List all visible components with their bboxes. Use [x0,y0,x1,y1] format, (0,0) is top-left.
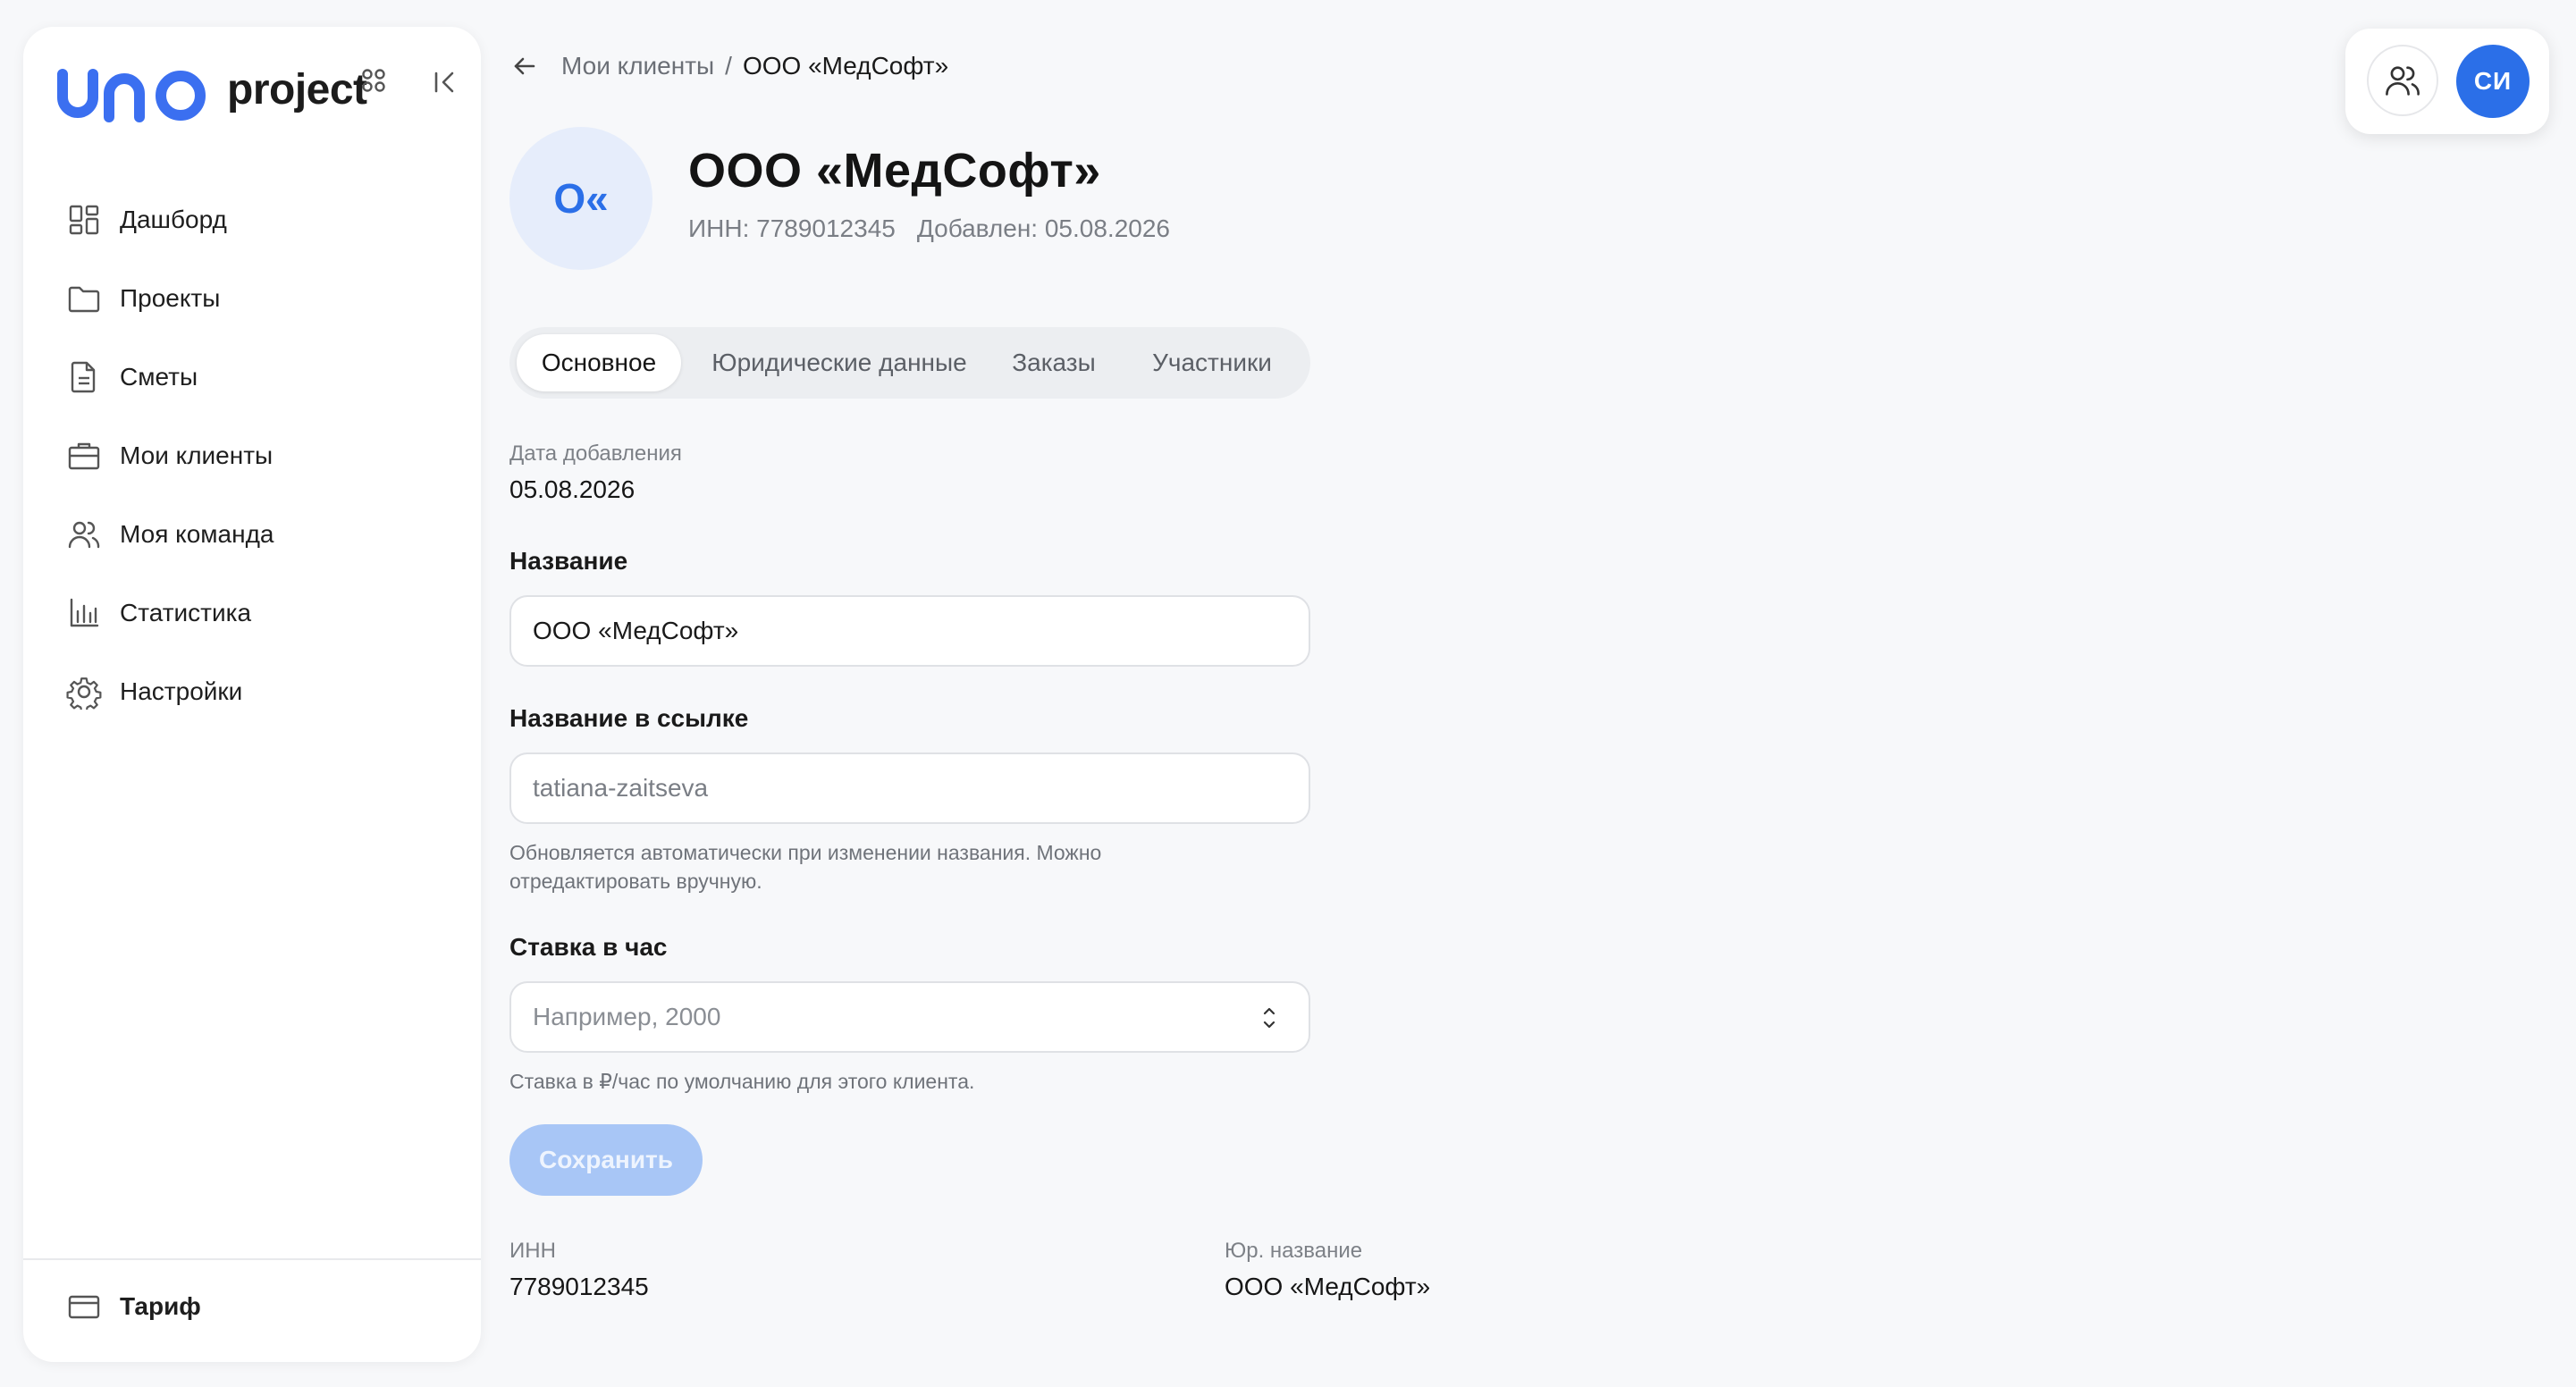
back-arrow-icon[interactable] [509,51,540,81]
team-button[interactable] [2367,45,2438,116]
sidebar-item-label: Тариф [120,1292,201,1320]
slug-label: Название в ссылке [509,704,749,732]
rate-label: Ставка в час [509,933,668,961]
name-input[interactable] [509,595,1310,667]
sidebar-item-label: Моя команда [120,520,274,548]
credit-card-icon [68,1295,100,1319]
app-logo[interactable]: project [57,50,367,139]
gear-icon [66,677,102,710]
collapse-sidebar-icon[interactable] [429,66,461,98]
tab-general[interactable]: Основное [517,334,681,391]
client-meta: ИНН: 7789012345 Добавлен: 05.08.2026 [688,214,1170,243]
sidebar-item-settings[interactable]: Настройки [23,652,481,731]
client-avatar-text: О« [553,175,609,222]
legal-name-value: ООО «МедСофт» [1225,1273,1431,1300]
inn-caption: ИНН [509,1239,556,1263]
slug-input[interactable] [509,752,1310,824]
page-title: ООО «МедСофт» [688,144,1101,198]
breadcrumb: Мои клиенты / ООО «МедСофт» [509,46,948,86]
dashboard-icon [69,205,99,235]
sidebar-item-clients[interactable]: Мои клиенты [23,416,481,495]
number-stepper-icon[interactable] [1260,1003,1278,1033]
legal-name-caption: Юр. название [1225,1239,1363,1263]
tab-legal-data[interactable]: Юридические данные [692,334,987,391]
client-avatar: О« [509,127,652,270]
folder-icon [68,286,100,313]
apps-grid-icon[interactable] [361,68,386,93]
breadcrumb-separator: / [725,52,732,80]
sidebar-item-label: Настройки [120,677,243,705]
client-added-meta: Добавлен: 05.08.2026 [916,214,1170,242]
name-label: Название [509,547,628,575]
sidebar-item-label: Проекты [120,284,221,312]
sidebar-divider [23,1258,481,1260]
client-inn-meta: ИНН: 7789012345 [688,214,896,242]
inn-value: 7789012345 [509,1273,649,1300]
users-icon [68,521,100,549]
sidebar-item-label: Сметы [120,363,198,391]
briefcase-icon [68,442,100,470]
users-icon [2386,66,2420,96]
sidebar-item-estimates[interactable]: Сметы [23,338,481,416]
uno-logo-icon [57,69,206,122]
sidebar-item-statistics[interactable]: Статистика [23,574,481,652]
sidebar-item-label: Мои клиенты [120,441,274,469]
bar-chart-icon [70,598,99,627]
slug-hint: Обновляется автоматически при изменении … [509,841,1102,893]
user-panel: СИ [2345,29,2549,134]
brand-name: project [227,65,367,113]
rate-hint: Ставка в ₽/час по умолчанию для этого кл… [509,1070,975,1093]
sidebar-item-label: Статистика [120,599,252,626]
save-button[interactable]: Сохранить [509,1124,703,1196]
date-added-value: 05.08.2026 [509,475,636,503]
tab-members[interactable]: Участники [1121,334,1303,391]
rate-input[interactable] [509,981,1310,1053]
breadcrumb-parent-link[interactable]: Мои клиенты [561,52,714,80]
sidebar: project Дашборд Проекты Сметы Мои клиент… [23,27,481,1362]
sidebar-item-team[interactable]: Моя команда [23,495,481,574]
sidebar-item-tariff[interactable]: Тариф [66,1289,201,1324]
breadcrumb-current: ООО «МедСофт» [742,52,949,80]
tab-orders[interactable]: Заказы [996,334,1112,391]
sidebar-item-dashboard[interactable]: Дашборд [23,181,481,259]
user-avatar[interactable]: СИ [2456,45,2530,118]
sidebar-item-projects[interactable]: Проекты [23,259,481,338]
sidebar-item-label: Дашборд [120,206,227,233]
date-added-caption: Дата добавления [509,441,682,466]
sidebar-nav: Дашборд Проекты Сметы Мои клиенты Моя ко… [23,181,481,731]
tab-bar: Основное Юридические данные Заказы Участ… [509,327,1310,399]
document-icon [71,361,96,393]
